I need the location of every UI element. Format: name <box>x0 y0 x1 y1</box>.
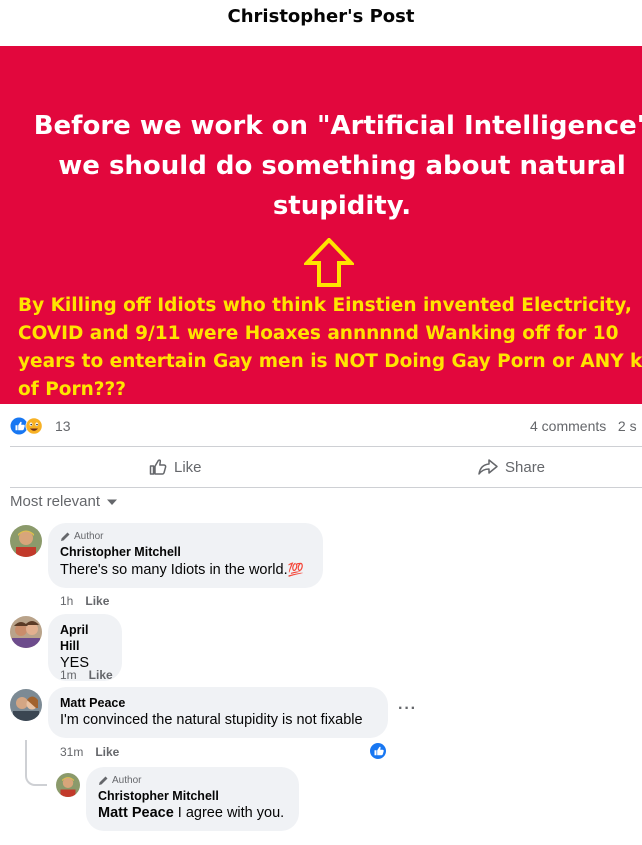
avatar-image <box>10 689 42 721</box>
avatar[interactable] <box>56 773 80 797</box>
avatar[interactable] <box>10 525 42 557</box>
quote-line: we should do something about natural <box>58 151 626 181</box>
quote-line: Before we work on "Artificial Intelligen… <box>33 111 642 141</box>
divider <box>10 487 642 488</box>
caption-line: COVID and 9/11 were Hoaxes annnnnd Wanki… <box>18 323 619 344</box>
caption-line: By Killing off Idiots who think Einstien… <box>18 295 632 316</box>
comment-like-button[interactable]: Like <box>85 594 109 608</box>
post-image[interactable]: Before we work on "Artificial Intelligen… <box>0 46 642 404</box>
post-caption: By Killing off Idiots who think Einstien… <box>18 292 642 404</box>
comment-time[interactable]: 31m <box>60 745 83 759</box>
like-button-label: Like <box>174 458 202 476</box>
pencil-icon <box>99 776 108 785</box>
caret-down-icon <box>107 499 118 505</box>
quote-line: stupidity. <box>272 191 412 221</box>
hundred-points-emoji: 💯 <box>287 562 304 577</box>
comment-like-button[interactable]: Like <box>89 668 113 682</box>
comment-meta: 1m Like <box>60 668 113 682</box>
comment-author-name[interactable]: Matt Peace <box>60 695 376 711</box>
comment-bubble: Matt Peace I'm convinced the natural stu… <box>48 687 388 738</box>
reaction-count[interactable]: 13 <box>55 418 71 434</box>
comment-time[interactable]: 1m <box>60 668 77 682</box>
shares-count-label[interactable]: 2 s <box>618 418 637 434</box>
comment-text-body: There's so many Idiots in the world. <box>60 562 288 578</box>
avatar-image <box>10 616 42 648</box>
avatar[interactable] <box>10 689 42 721</box>
comment-text: I'm convinced the natural stupidity is n… <box>60 712 363 728</box>
page-title: Christopher's Post <box>227 5 415 27</box>
share-button-label: Share <box>505 458 546 476</box>
author-badge: Author <box>98 775 287 786</box>
thumbs-up-icon <box>149 459 167 475</box>
caption-line: years to entertain Gay men is NOT Doing … <box>18 351 642 372</box>
comment-meta: 31m Like <box>60 745 119 759</box>
reactions-icon[interactable] <box>10 417 52 435</box>
comment-author-name[interactable]: April Hill <box>60 622 110 654</box>
post-quote: Before we work on "Artificial Intelligen… <box>0 106 642 226</box>
comments-count[interactable]: 4 comments 2 s <box>530 418 637 434</box>
up-arrow-icon <box>304 238 354 287</box>
comments-count-label[interactable]: 4 comments <box>530 418 606 434</box>
sort-label: Most relevant <box>10 493 101 510</box>
comment-author-name[interactable]: Christopher Mitchell <box>60 544 311 560</box>
comment-like-button[interactable]: Like <box>95 745 119 759</box>
pencil-icon <box>61 532 70 541</box>
avatar[interactable] <box>10 616 42 648</box>
author-badge: Author <box>60 531 311 542</box>
author-badge-label: Author <box>112 775 142 786</box>
avatar-image <box>10 525 42 557</box>
divider <box>10 446 642 447</box>
avatar-image <box>56 773 80 797</box>
comment-text: There's so many Idiots in the world.💯 <box>60 560 311 580</box>
reply-bubble: Author Christopher Mitchell Matt Peace I… <box>86 767 299 831</box>
more-options-icon[interactable]: ··· <box>398 700 417 718</box>
share-button[interactable]: Share <box>477 448 545 486</box>
post-stats: 13 4 comments 2 s <box>0 404 642 446</box>
reply-text-body: I agree with you. <box>173 805 285 821</box>
reply-author-name[interactable]: Christopher Mitchell <box>98 788 287 804</box>
mention-link[interactable]: Matt Peace <box>98 805 174 821</box>
comment-sort-dropdown[interactable]: Most relevant <box>10 493 118 510</box>
reply-text: Matt Peace I agree with you. <box>98 804 287 823</box>
author-badge-label: Author <box>74 531 104 542</box>
share-icon <box>478 459 498 475</box>
like-reaction-icon[interactable] <box>369 742 387 760</box>
caption-line: of Porn??? <box>18 379 126 400</box>
comment-bubble: Author Christopher Mitchell There's so m… <box>48 523 323 588</box>
post-header: Christopher's Post <box>0 0 642 46</box>
comment-time[interactable]: 1h <box>60 594 73 608</box>
comment-meta: 1h Like <box>60 594 109 608</box>
like-button[interactable]: Like <box>148 448 202 486</box>
reply-thread-line <box>25 740 47 786</box>
